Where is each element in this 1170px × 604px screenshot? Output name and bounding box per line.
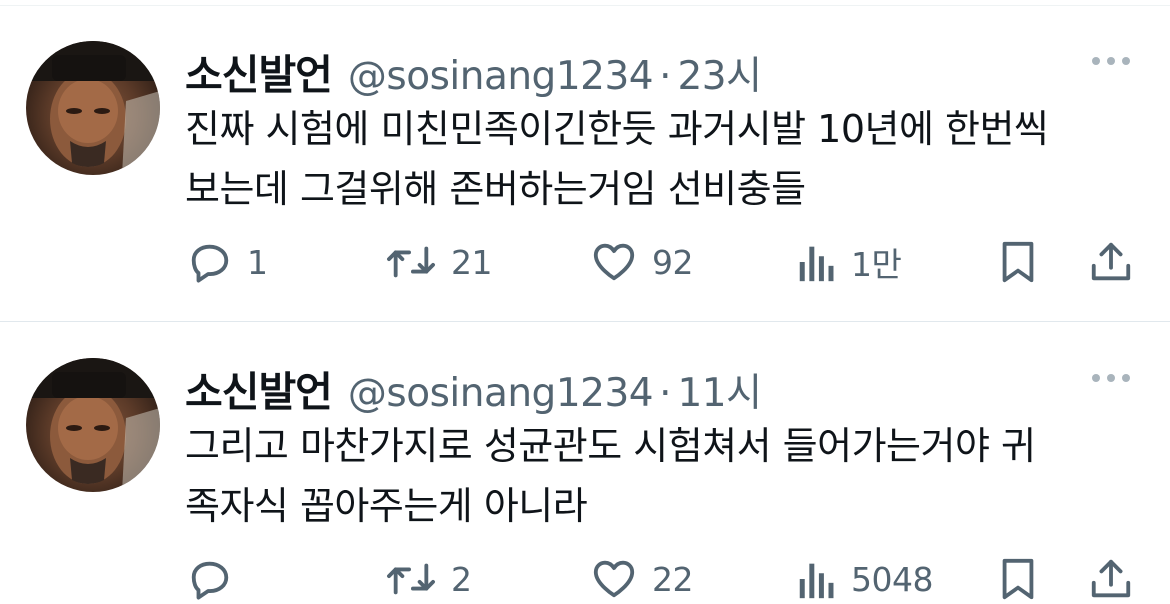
- tweet-text-line: 그리고 마찬가지로 성균관도 시험쳐서 들어가는거야 귀: [185, 424, 1036, 468]
- reply-count: 1: [247, 242, 268, 282]
- tweet-text: 진짜 시험에 미친민족이긴한듯 과거시발 10년에 한번씩 보는데 그걸위해 존…: [185, 99, 1145, 219]
- display-name[interactable]: 소신발언: [185, 41, 333, 101]
- reply-button[interactable]: 1: [187, 237, 268, 287]
- like-count: 92: [652, 242, 694, 282]
- retweet-icon: [385, 556, 437, 602]
- like-button[interactable]: 92: [590, 237, 694, 287]
- tweet-text-line: 족자식 꼽아주는게 아니라: [185, 484, 588, 528]
- user-handle[interactable]: @sosinang1234: [348, 371, 654, 416]
- share-icon: [1088, 239, 1134, 285]
- retweet-icon: [385, 239, 437, 285]
- avatar[interactable]: [26, 358, 160, 492]
- reply-icon: [187, 556, 233, 602]
- share-icon: [1088, 556, 1134, 602]
- bookmark-icon: [997, 556, 1039, 602]
- tweet-header: 소신발언 @sosinang1234 · 23시: [185, 41, 762, 99]
- tweet-text-line: 진짜 시험에 미친민족이긴한듯 과거시발 10년에 한번씩: [185, 107, 1049, 151]
- avatar[interactable]: [26, 41, 160, 175]
- view-count: 5048: [851, 559, 933, 599]
- separator: ·: [659, 54, 672, 99]
- views-icon: [797, 556, 837, 602]
- user-handle[interactable]: @sosinang1234: [348, 54, 654, 99]
- tweet-text: 그리고 마찬가지로 성균관도 시험쳐서 들어가는거야 귀 족자식 꼽아주는게 아…: [185, 416, 1145, 536]
- tweet[interactable]: 소신발언 @sosinang1234 · 11시 그리고 마찬가지로 성균관도 …: [0, 322, 1170, 600]
- display-name[interactable]: 소신발언: [185, 358, 333, 418]
- more-icon[interactable]: [1092, 57, 1130, 65]
- view-count: 1만: [851, 245, 902, 284]
- bookmark-button[interactable]: [997, 237, 1039, 287]
- tweet-text-line: 보는데 그걸위해 존버하는거임 선비충들: [185, 167, 806, 211]
- heart-icon: [590, 239, 638, 285]
- bookmark-icon: [997, 239, 1039, 285]
- retweet-count: 21: [451, 242, 493, 282]
- retweet-count: 2: [451, 559, 472, 599]
- reply-icon: [187, 239, 233, 285]
- timestamp[interactable]: 11시: [677, 362, 762, 418]
- like-count: 22: [652, 559, 694, 599]
- action-bar: 1 21 92 1만: [185, 237, 1140, 287]
- views-button[interactable]: 1만: [797, 237, 902, 287]
- separator: ·: [659, 371, 672, 416]
- tweet[interactable]: 소신발언 @sosinang1234 · 23시 진짜 시험에 미친민족이긴한듯…: [0, 5, 1170, 321]
- more-icon[interactable]: [1092, 374, 1130, 382]
- tweet-header: 소신발언 @sosinang1234 · 11시: [185, 358, 762, 416]
- timestamp[interactable]: 23시: [677, 45, 762, 101]
- heart-icon: [590, 556, 638, 602]
- views-icon: [797, 239, 837, 285]
- share-button[interactable]: [1088, 237, 1134, 287]
- retweet-button[interactable]: 21: [385, 237, 493, 287]
